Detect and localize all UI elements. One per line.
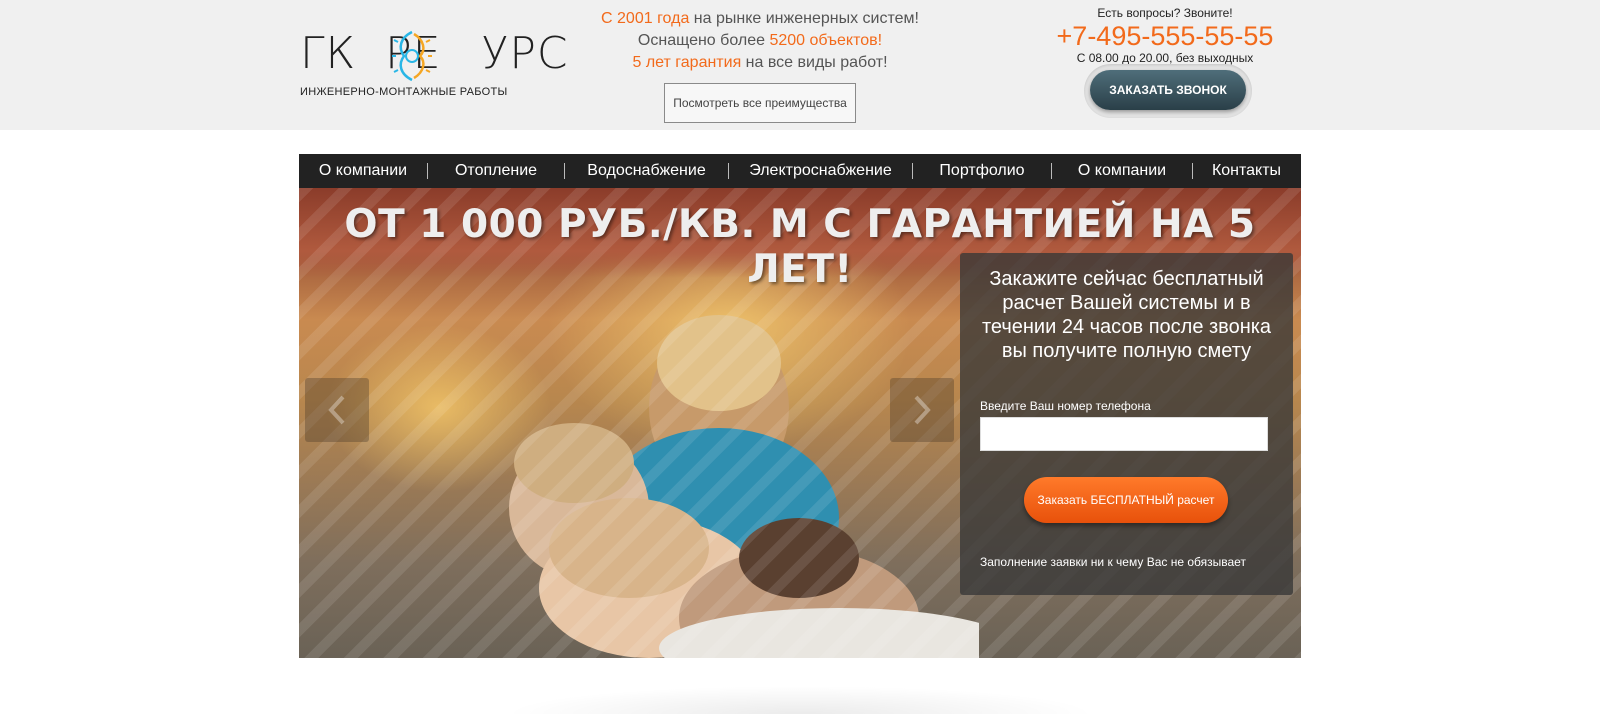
top-header: ГК РЕ УРС ИНЖЕНЕРНО-МОНТАЖНЫЕ РАБОТЫ С 20… xyxy=(0,0,1600,130)
chevron-left-icon xyxy=(328,395,345,425)
nav-item-heating[interactable]: Отопление xyxy=(428,154,564,188)
view-advantages-button[interactable]: Посмотреть все преимущества xyxy=(664,83,856,123)
benefit-line-2: Оснащено более 5200 объектов! xyxy=(560,30,960,52)
gear-logo-icon xyxy=(392,30,432,82)
call-button-frame: ЗАКАЗАТЬ ЗВОНОК xyxy=(1084,64,1252,118)
working-hours: С 08.00 до 20.00, без выходных xyxy=(1076,51,1254,65)
order-call-button[interactable]: ЗАКАЗАТЬ ЗВОНОК xyxy=(1090,70,1246,110)
logo-part-1: ГК xyxy=(300,28,357,79)
nav-item-about-2[interactable]: О компании xyxy=(1052,154,1192,188)
benefit-text: на все виды работ! xyxy=(741,54,888,71)
slider-next-button[interactable] xyxy=(890,378,954,442)
contact-question: Есть вопросы? Звоните! xyxy=(1097,6,1233,20)
chevron-right-icon xyxy=(914,395,931,425)
form-title: Закажите сейчас бесплатный расчет Вашей … xyxy=(981,268,1272,362)
form-disclaimer: Заполнение заявки ни к чему Вас не обязы… xyxy=(980,555,1246,569)
nav-item-about[interactable]: О компании xyxy=(299,154,427,188)
nav-item-electricity[interactable]: Электроснабжение xyxy=(729,154,912,188)
benefits-block: С 2001 года на рынке инженерных систем! … xyxy=(560,8,960,74)
logo-wordmark: ГК РЕ УРС xyxy=(300,24,569,84)
company-logo[interactable]: ГК РЕ УРС ИНЖЕНЕРНО-МОНТАЖНЫЕ РАБОТЫ xyxy=(300,24,568,104)
nav-item-portfolio[interactable]: Портфолио xyxy=(913,154,1051,188)
nav-item-water-supply[interactable]: Водоснабжение xyxy=(565,154,728,188)
benefit-text: Оснащено более xyxy=(637,32,770,49)
benefit-text: на рынке инженерных систем! xyxy=(689,10,919,27)
benefit-accent: С 2001 года xyxy=(601,10,690,27)
benefit-accent: 5 лет гарантия xyxy=(632,54,742,71)
phone-number[interactable]: +7-495-555-55-55 xyxy=(1050,21,1280,51)
logo-part-3: УРС xyxy=(481,28,569,79)
logo-subtitle: ИНЖЕНЕРНО-МОНТАЖНЫЕ РАБОТЫ xyxy=(300,86,508,98)
contact-block: Есть вопросы? Звоните! +7-495-555-55-55 … xyxy=(1050,6,1280,65)
benefit-line-1: С 2001 года на рынке инженерных систем! xyxy=(560,8,960,30)
slider-prev-button[interactable] xyxy=(305,378,369,442)
order-free-calculation-button[interactable]: Заказать БЕСПЛАТНЫЙ расчет xyxy=(1024,477,1228,523)
calculation-form: Закажите сейчас бесплатный расчет Вашей … xyxy=(960,253,1293,595)
phone-input[interactable] xyxy=(980,417,1268,451)
phone-field-label: Введите Ваш номер телефона xyxy=(980,399,1151,413)
main-nav: О компании Отопление Водоснабжение Элект… xyxy=(299,154,1301,188)
benefit-accent: 5200 объектов! xyxy=(769,32,883,49)
page-shadow xyxy=(380,660,1220,714)
hero-slider: ОТ 1 000 РУБ./КВ. М С ГАРАНТИЕЙ НА 5 ЛЕТ… xyxy=(299,188,1301,658)
benefit-line-3: 5 лет гарантия на все виды работ! xyxy=(560,52,960,74)
nav-item-contacts[interactable]: Контакты xyxy=(1193,154,1300,188)
